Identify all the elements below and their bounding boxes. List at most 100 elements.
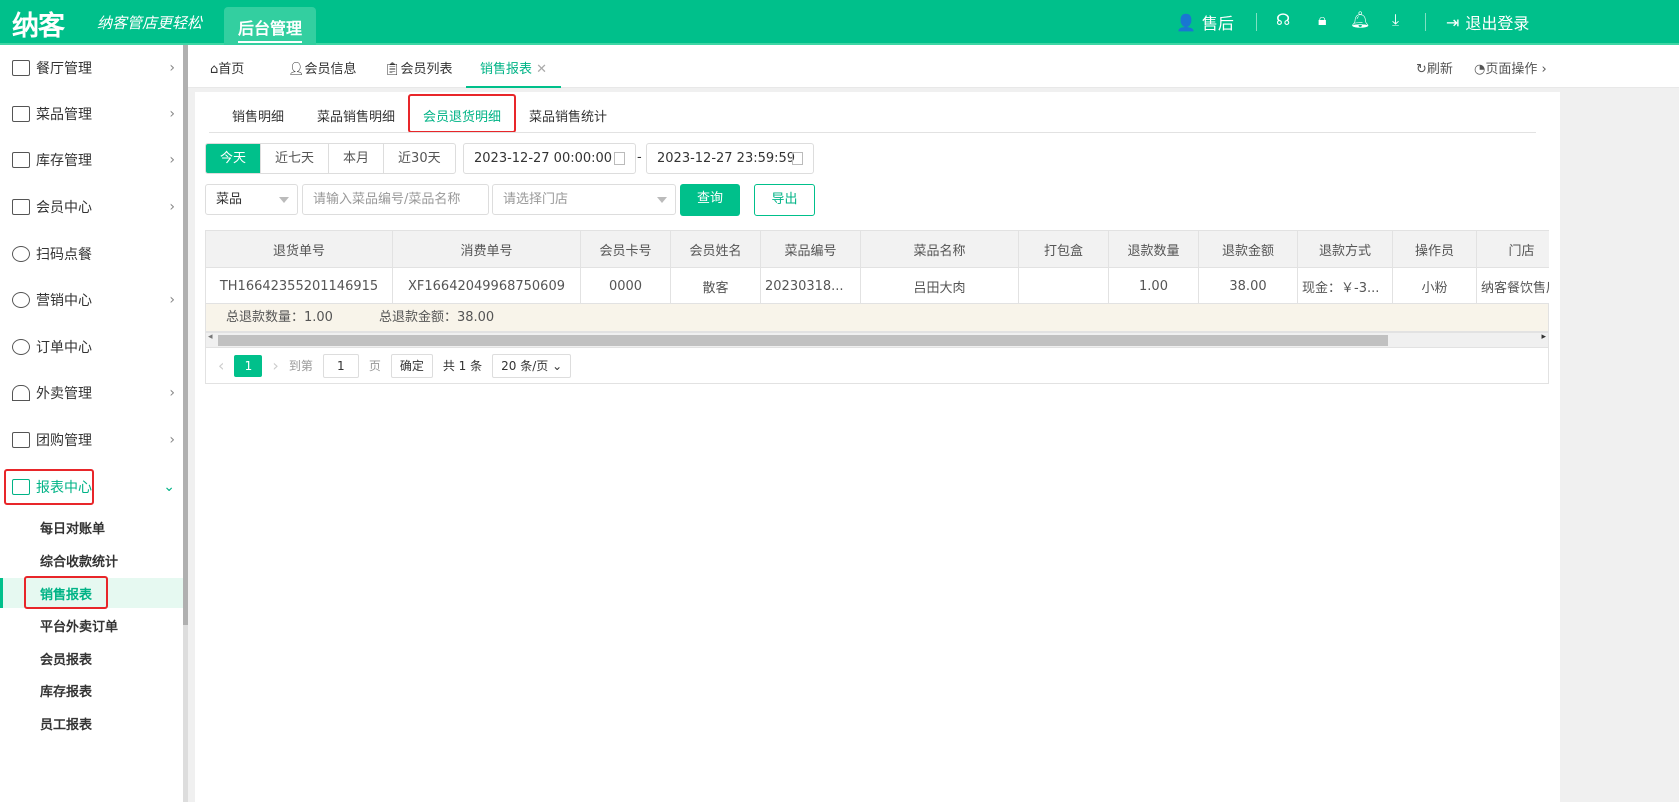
prev-page-icon[interactable]: ‹ (218, 356, 224, 375)
sidebar-item-orders[interactable]: 订单中心 (0, 332, 183, 362)
logo: 纳客 (12, 11, 65, 42)
bell-icon[interactable]: 🔔︎ (1350, 10, 1370, 29)
calendar-icon (614, 152, 625, 165)
caret-down-icon (279, 197, 289, 208)
subtab-member-return-detail[interactable]: 会员退货明细 (423, 106, 501, 125)
date-range-segment: 今天 近七天 本月 近30天 (205, 143, 456, 174)
download-icon[interactable]: ⤓ (1392, 10, 1399, 30)
range-7days[interactable]: 近七天 (261, 144, 330, 173)
sidebar-item-group-buy[interactable]: 团购管理 › (0, 425, 183, 455)
chevron-right-icon: › (169, 385, 175, 401)
col-order-no: 消费单号 (392, 230, 581, 268)
tab-sales-report[interactable]: 销售报表 ✕ (466, 45, 562, 88)
headset-icon[interactable]: ☊ (1276, 10, 1290, 29)
sidebar-item-members[interactable]: 会员中心 › (0, 192, 183, 222)
right-gutter (1560, 88, 1679, 802)
sub-item-payment-stats[interactable]: 综合收款统计 (0, 545, 183, 575)
subtab-dish-sales-detail[interactable]: 菜品销售明细 (317, 106, 395, 125)
page-1[interactable]: 1 (234, 354, 263, 377)
next-page-icon[interactable]: › (272, 356, 278, 375)
range-30days[interactable]: 近30天 (384, 144, 455, 173)
chevron-right-icon: › (169, 106, 175, 122)
admin-tab[interactable]: 后台管理 (224, 7, 316, 45)
refresh-icon: ↻ (1416, 62, 1427, 77)
globe-icon (12, 339, 30, 355)
tab-member-list[interactable]: 📋︎会员列表 (384, 58, 453, 77)
chevron-right-icon: › (169, 292, 175, 308)
cloche-icon (12, 385, 30, 401)
sidebar-item-scan-order[interactable]: 扫码点餐 (0, 239, 183, 269)
user-icon: 👤 (1176, 12, 1196, 32)
gauge-icon: ◔ (1474, 62, 1486, 77)
col-dish-name: 菜品名称 (860, 230, 1019, 268)
sidebar-item-dishes[interactable]: 菜品管理 › (0, 99, 183, 129)
user-menu[interactable]: 👤 售后 (1176, 10, 1234, 34)
table-header: 退货单号 消费单号 会员卡号 会员姓名 菜品编号 菜品名称 打包盒 退款数量 退款金额 退款方式操… (205, 230, 1549, 268)
crown-icon (12, 199, 30, 215)
sidebar-item-reports[interactable]: 报表中心 ⌄ (0, 472, 183, 502)
range-today[interactable]: 今天 (206, 144, 262, 173)
target-icon (12, 292, 30, 308)
col-refund-amount: 退款金额 (1198, 230, 1298, 268)
sub-item-inventory-report[interactable]: 库存报表 (0, 675, 183, 705)
sidebar-item-restaurant[interactable]: 餐厅管理 › (0, 53, 183, 83)
horizontal-scrollbar[interactable]: ◂ ▸ (205, 332, 1549, 348)
start-date-input[interactable]: 2023-12-27 00:00:00 (463, 143, 636, 174)
col-operator: 操作员 (1392, 230, 1477, 268)
refresh-button[interactable]: ↻刷新 (1416, 58, 1453, 77)
date-separator: - (637, 150, 642, 165)
person-icon (12, 246, 30, 262)
lock-icon[interactable]: 🔒︎ (1318, 10, 1327, 30)
query-button[interactable]: 查询 (680, 184, 740, 216)
export-button[interactable]: 导出 (754, 184, 815, 216)
slogan: 纳客管店更轻松 (97, 14, 203, 32)
subtab-sales-detail[interactable]: 销售明细 (232, 106, 284, 125)
col-refund-method: 退款方式 (1297, 230, 1393, 268)
col-card-no: 会员卡号 (580, 230, 671, 268)
content: 销售明细 菜品销售明细 会员退货明细 菜品销售统计 今天 近七天 本月 近30天… (195, 92, 1560, 802)
store-select[interactable]: 请选择门店 (492, 184, 676, 215)
keyword-input[interactable]: 请输入菜品编号/菜品名称 (302, 184, 489, 215)
table-row[interactable]: TH16642355201146915 XF16642049968750609 00… (205, 267, 1549, 305)
caret-down-icon (657, 197, 667, 208)
col-dish-code: 菜品编号 (760, 230, 861, 268)
sidebar-scrollbar[interactable] (183, 45, 188, 802)
tab-home[interactable]: ⌂首页 (210, 58, 244, 77)
sub-item-platform-takeout[interactable]: 平台外卖订单 (0, 610, 183, 640)
grid-icon (12, 106, 30, 122)
goto-page-input[interactable]: 1 (322, 353, 359, 378)
subtab-dish-sales-stats[interactable]: 菜品销售统计 (529, 106, 607, 125)
col-refund-qty: 退款数量 (1108, 230, 1199, 268)
summary-row: 总退款数量：1.00 总退款金额：38.00 (205, 303, 1549, 332)
page-size-select[interactable]: 20 条/页 ⌄ (492, 353, 572, 378)
goto-confirm-button[interactable]: 确定 (390, 353, 433, 378)
sub-item-member-report[interactable]: 会员报表 (0, 643, 183, 673)
chevron-right-icon: › (169, 60, 175, 76)
sidebar-item-inventory[interactable]: 库存管理 › (0, 145, 183, 175)
sub-item-staff-report[interactable]: 员工报表 (0, 708, 183, 738)
end-date-input[interactable]: 2023-12-27 23:59:59 (646, 143, 814, 174)
type-select[interactable]: 菜品 (205, 184, 298, 215)
page-unit: 页 (368, 359, 381, 373)
sub-item-daily[interactable]: 每日对账单 (0, 512, 183, 542)
chevron-right-icon: › (169, 432, 175, 448)
tab-member-info[interactable]: 👤︎会员信息 (288, 58, 357, 77)
logout-icon: ⇥ (1446, 12, 1460, 32)
chevron-right-icon: › (169, 152, 175, 168)
sidebar-item-takeout[interactable]: 外卖管理 › (0, 378, 183, 408)
bar-chart-icon (12, 479, 30, 495)
range-month[interactable]: 本月 (329, 144, 385, 173)
top-bar: 纳客 纳客管店更轻松 后台管理 👤 售后 ☊ 🔒︎ 🔔︎ ⤓ ⇥ 退出登录 (0, 0, 1679, 45)
sidebar-item-marketing[interactable]: 营销中心 › (0, 285, 183, 315)
page-ops-button[interactable]: ◔页面操作 › (1474, 58, 1547, 77)
sub-item-sales-report[interactable]: 销售报表 (0, 578, 183, 608)
building-icon (12, 60, 30, 76)
box-icon (12, 152, 30, 168)
clipboard-icon: 📋︎ (384, 62, 401, 77)
logout-button[interactable]: ⇥ 退出登录 (1446, 10, 1529, 34)
calendar-icon (12, 432, 30, 448)
total-count: 共 1 条 (442, 359, 483, 373)
pagination: ‹ 1 › 到第 1 页 确定 共 1 条 20 条/页 ⌄ (205, 348, 1549, 384)
col-member-name: 会员姓名 (670, 230, 761, 268)
chevron-right-icon: › (169, 199, 175, 215)
